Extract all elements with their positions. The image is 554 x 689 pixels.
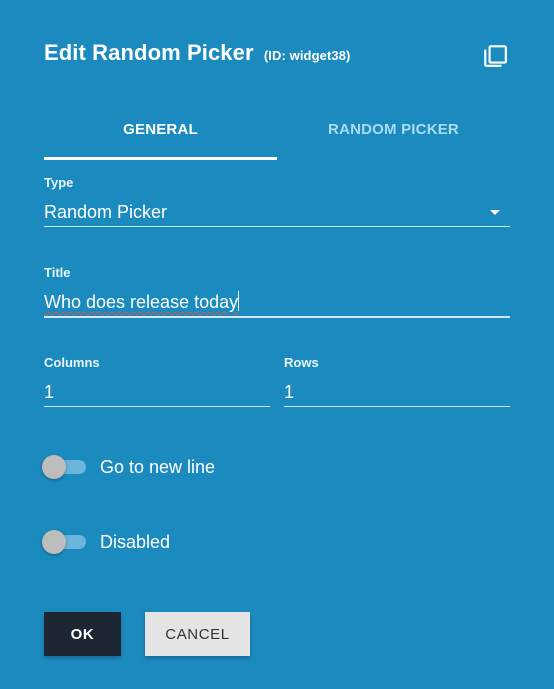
columns-label: Columns (44, 355, 100, 370)
title-label: Title (44, 265, 71, 280)
tab-bar: GENERAL RANDOM PICKER (44, 104, 510, 160)
disabled-label: Disabled (100, 531, 171, 552)
active-tab-indicator (44, 157, 277, 160)
disabled-toggle-row: Disabled (42, 529, 170, 555)
columns-underline (44, 406, 270, 407)
ok-button[interactable]: OK (44, 612, 121, 656)
dialog-header: Edit Random Picker (ID: widget38) (44, 38, 514, 72)
rows-field[interactable]: Rows 1 (284, 354, 510, 407)
chevron-down-icon[interactable] (490, 210, 500, 215)
title-field[interactable]: Title Who does release today (44, 264, 510, 318)
cancel-button[interactable]: CANCEL (145, 612, 250, 656)
title-input[interactable]: Who does release today (44, 282, 510, 316)
disabled-switch[interactable] (42, 530, 86, 554)
rows-input[interactable]: 1 (284, 372, 510, 406)
columns-field[interactable]: Columns 1 (44, 354, 270, 407)
type-label: Type (44, 175, 74, 190)
edit-widget-dialog: Edit Random Picker (ID: widget38) GENERA… (0, 0, 554, 689)
widget-id-label: (ID: widget38) (263, 48, 351, 63)
type-value[interactable]: Random Picker (44, 192, 510, 226)
dialog-title-text: Edit Random Picker (44, 40, 254, 65)
new-line-switch[interactable] (42, 455, 86, 479)
title-input-text: Who does release today (44, 292, 239, 312)
tab-general[interactable]: GENERAL (44, 104, 277, 160)
type-underline (44, 226, 510, 227)
rows-underline (284, 406, 510, 407)
rows-label: Rows (284, 355, 319, 370)
new-line-label: Go to new line (100, 456, 216, 477)
text-cursor (238, 291, 240, 311)
tab-random-picker[interactable]: RANDOM PICKER (277, 104, 510, 160)
type-select[interactable]: Type Random Picker (44, 174, 510, 227)
dialog-title: Edit Random Picker (ID: widget38) (44, 40, 350, 66)
disabled-switch-thumb[interactable] (42, 530, 66, 554)
columns-input[interactable]: 1 (44, 372, 270, 406)
title-underline (44, 316, 510, 318)
new-line-toggle-row: Go to new line (42, 454, 215, 480)
new-line-switch-thumb[interactable] (42, 455, 66, 479)
copy-icon[interactable] (482, 42, 508, 68)
